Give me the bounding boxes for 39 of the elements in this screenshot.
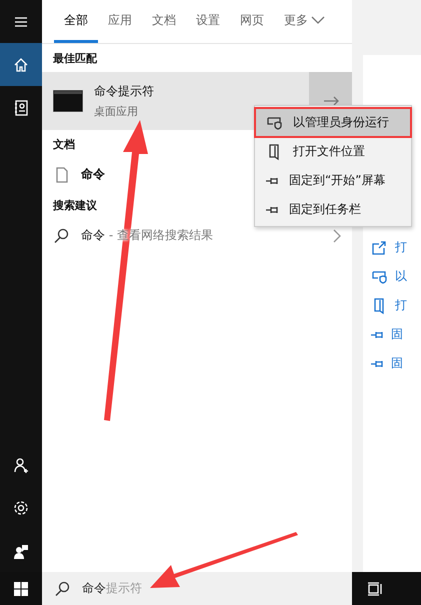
pin-icon xyxy=(265,206,279,214)
search-icon xyxy=(53,226,71,244)
windows-logo-icon xyxy=(12,580,30,598)
tab[interactable]: 设置 xyxy=(186,0,230,43)
start-button[interactable] xyxy=(0,572,42,605)
search-field[interactable]: 命令提示符 xyxy=(42,572,352,605)
chevron-right-icon xyxy=(333,228,341,242)
menu-item[interactable]: 固定到任务栏 xyxy=(255,195,411,224)
pin-icon xyxy=(370,330,384,338)
tab[interactable]: 更多 xyxy=(274,0,335,43)
action-link[interactable]: 固 xyxy=(391,326,403,343)
pin-icon xyxy=(370,360,384,368)
sidebar-button[interactable] xyxy=(0,43,42,86)
section-heading: 文档 xyxy=(52,136,76,152)
home-icon xyxy=(12,56,30,74)
task-view-icon xyxy=(366,580,384,598)
add-person-icon xyxy=(12,456,30,474)
action-link[interactable]: 打 xyxy=(395,297,407,314)
pin-icon xyxy=(265,176,279,184)
tab[interactable]: 全部 xyxy=(54,0,98,43)
menu-item[interactable]: 固定到“开始”屏幕 xyxy=(255,166,411,195)
action-link[interactable]: 固 xyxy=(391,355,403,372)
tab[interactable]: 网页 xyxy=(230,0,274,43)
settings-icon xyxy=(12,498,30,516)
terminal-icon xyxy=(53,90,83,112)
section-heading: 搜索建议 xyxy=(52,198,98,214)
tab[interactable]: 文档 xyxy=(142,0,186,43)
search-icon xyxy=(54,580,72,598)
section-heading: 最佳匹配 xyxy=(52,50,98,66)
open-window-icon xyxy=(370,238,388,256)
result-name: 命令提示符 xyxy=(94,83,154,100)
document-result[interactable]: 命令 xyxy=(81,166,105,183)
tab[interactable]: 应用 xyxy=(98,0,142,43)
menu-item[interactable]: 以管理员身份运行 xyxy=(255,108,411,137)
menu-item[interactable]: 打开文件位置 xyxy=(255,137,411,166)
action-link[interactable]: 打 xyxy=(395,239,407,256)
action-link[interactable]: 以 xyxy=(395,268,407,285)
result-type: 桌面应用 xyxy=(94,104,139,119)
notebook-icon xyxy=(12,98,30,116)
